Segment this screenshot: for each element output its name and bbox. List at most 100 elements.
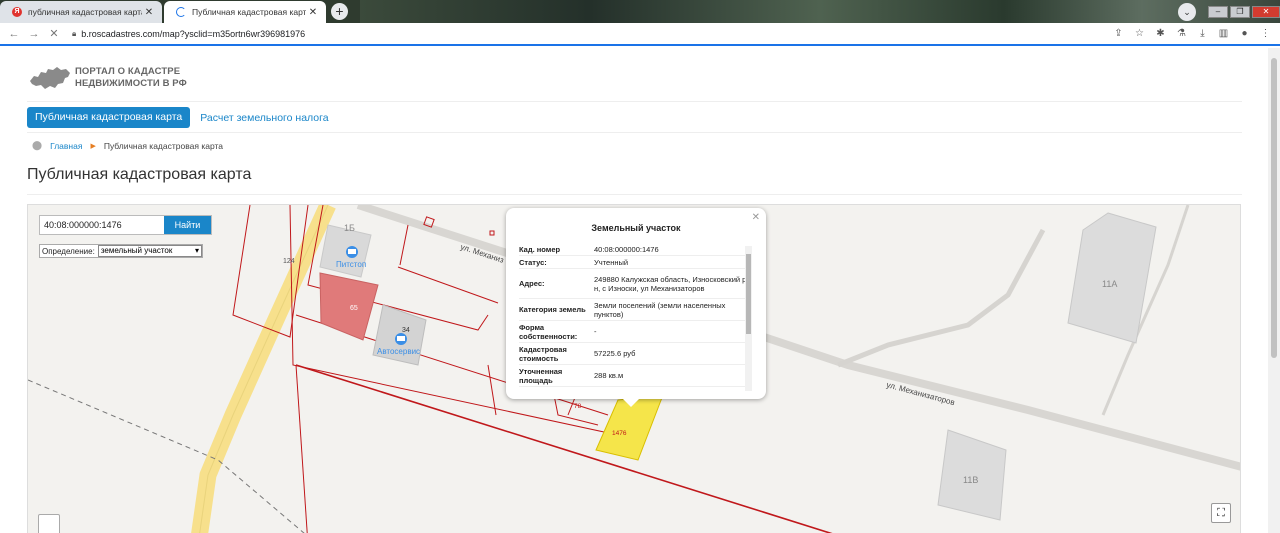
breadcrumb: ⬤ Главная ▶ Публичная кадастровая карта: [32, 140, 223, 151]
forward-icon[interactable]: →: [24, 28, 44, 40]
site-logo[interactable]: ПОРТАЛ О КАДАСТРЕ НЕДВИЖИМОСТИ В РФ: [28, 64, 187, 92]
extensions-icon[interactable]: ✱: [1152, 28, 1169, 39]
popup-row-category: Категория земель Земли поселений (земли н…: [519, 299, 752, 321]
popup-tip: [622, 398, 640, 407]
search-button[interactable]: Найти: [164, 216, 211, 234]
new-tab-button[interactable]: +: [331, 3, 348, 20]
row-key: Кадастровая стоимость: [519, 344, 567, 363]
tab-title: Публичная кадастровая карта: [192, 7, 306, 17]
boundary-line: [28, 379, 305, 533]
breadcrumb-separator-icon: ▶: [90, 142, 96, 150]
logo-line-2: НЕДВИЖИМОСТИ В РФ: [75, 78, 187, 89]
row-value: 57225.6 руб: [594, 349, 636, 358]
definition-label: Определение:: [42, 246, 95, 256]
tab-title: публичная кадастровая карта –: [28, 7, 142, 17]
tab-search-icon[interactable]: ⌄: [1178, 2, 1196, 21]
labs-flask-icon[interactable]: ⚗: [1173, 28, 1190, 39]
browser-tab-bar: Я публичная кадастровая карта – ✕ Публич…: [0, 0, 1280, 23]
row-key: Категория земель: [519, 305, 586, 314]
cadastral-number-input[interactable]: [40, 216, 164, 234]
row-key: Статус:: [519, 257, 547, 267]
browser-tab-2[interactable]: Публичная кадастровая карта ✕: [164, 1, 326, 23]
breadcrumb-home-link[interactable]: Главная: [50, 141, 82, 151]
breadcrumb-current: Публичная кадастровая карта: [103, 140, 224, 151]
close-tab-icon[interactable]: ✕: [142, 7, 156, 18]
page-scrollbar-thumb[interactable]: [1271, 58, 1277, 358]
chevron-down-icon: ▾: [194, 246, 199, 255]
parcel-info-popup: ✕ Земельный участок Кад. номер 40:08:0000…: [506, 208, 766, 407]
secondary-road: [837, 228, 1046, 368]
lock-icon[interactable]: 🔒︎: [72, 29, 76, 39]
main-menu: Публичная кадастровая карта Расчет земел…: [27, 107, 329, 128]
divider: [27, 101, 1242, 102]
popup-scrollbar-thumb[interactable]: [746, 254, 751, 334]
browser-toolbar: ⇪ ☆ ✱ ⚗ ⤓ ▥ ● ⋮: [1110, 28, 1274, 39]
map-pin-icon: ⬤: [32, 140, 43, 150]
divider: [27, 194, 1242, 195]
close-window-icon[interactable]: ✕: [1252, 5, 1280, 18]
row-value: 40:08:000000:1476: [594, 244, 659, 254]
tabbar-background: [360, 0, 1280, 23]
url-input[interactable]: b.roscadastres.com/map?ysclid=m35ortn6wr…: [81, 29, 1110, 39]
cadastral-map[interactable]: 1Б 124 Питстоп 65 34 Автосервис 78 1476 …: [27, 204, 1241, 533]
page-title: Публичная кадастровая карта: [27, 166, 252, 183]
minimize-icon[interactable]: –: [1208, 5, 1228, 18]
share-icon[interactable]: ⇪: [1110, 28, 1127, 39]
label-78: 78: [574, 403, 582, 410]
label-34: 34: [402, 327, 410, 334]
zoom-control[interactable]: [38, 514, 60, 533]
autoservice-marker-icon: [395, 333, 407, 345]
definition-select-wrap: Определение: земельный участок ▾: [39, 244, 203, 258]
popup-row-cost: Кадастровая стоимость 57225.6 руб: [519, 343, 752, 365]
label-11a: 11А: [1102, 279, 1117, 289]
russia-map-icon: [30, 67, 70, 89]
row-value: Учтенный: [594, 257, 629, 267]
menu-public-cadastral-map[interactable]: Публичная кадастровая карта: [27, 107, 191, 128]
row-key: Адрес:: [519, 279, 545, 288]
page-content: ПОРТАЛ О КАДАСТРЕ НЕДВИЖИМОСТИ В РФ Публ…: [0, 48, 1268, 533]
row-key: Форма собственности:: [519, 322, 578, 341]
label-65: 65: [350, 305, 358, 312]
browser-tab-1[interactable]: Я публичная кадастровая карта – ✕: [0, 1, 162, 23]
close-icon[interactable]: ✕: [752, 212, 760, 223]
close-tab-icon[interactable]: ✕: [306, 7, 320, 18]
row-key: Уточненная площадь: [519, 366, 563, 385]
definition-value: земельный участок: [100, 246, 173, 255]
definition-select[interactable]: земельный участок ▾: [97, 245, 202, 257]
side-panel-icon[interactable]: ▥: [1215, 28, 1232, 39]
bookmark-star-icon[interactable]: ☆: [1131, 28, 1148, 39]
popup-row-area: Уточненная площадь 288 кв.м: [519, 365, 752, 387]
maximize-icon[interactable]: ❐: [1230, 5, 1250, 18]
logo-text: ПОРТАЛ О КАДАСТРЕ НЕДВИЖИМОСТИ В РФ: [75, 66, 187, 90]
label-124: 124: [283, 258, 295, 265]
popup-scrollbar[interactable]: [745, 246, 752, 391]
popup-row-ownership: Форма собственности: -: [519, 321, 752, 343]
pitstop-marker-icon: [346, 246, 358, 258]
address-bar: ← → ✕ 🔒︎ b.roscadastres.com/map?ysclid=m…: [0, 23, 1280, 46]
logo-line-1: ПОРТАЛ О КАДАСТРЕ: [75, 66, 181, 77]
row-value: 288 кв.м: [594, 371, 624, 380]
row-value: Земли поселений (земли населенных пункто…: [594, 300, 726, 319]
menu-land-tax-calc[interactable]: Расчет земельного налога: [200, 112, 328, 124]
back-icon[interactable]: ←: [4, 28, 24, 40]
yandex-favicon-icon: Я: [12, 7, 22, 17]
row-key: Кад. номер: [519, 244, 561, 254]
profile-icon[interactable]: ●: [1236, 28, 1253, 39]
row-value: 249880 Калужская область, Износковский р…: [594, 274, 749, 293]
popup-row-cadnum: Кад. номер 40:08:000000:1476: [519, 243, 752, 256]
label-11b: 11В: [963, 475, 978, 485]
stop-loading-icon[interactable]: ✕: [44, 27, 64, 40]
popup-rows: Кад. номер 40:08:000000:1476 Статус: Учтен…: [519, 243, 752, 389]
label-1b: 1Б: [344, 223, 355, 233]
fullscreen-icon[interactable]: ⛶: [1211, 503, 1231, 523]
label-pitstop: Питстоп: [336, 260, 366, 269]
more-menu-icon[interactable]: ⋮: [1257, 28, 1274, 39]
divider: [27, 132, 1242, 133]
building-65: [319, 272, 379, 341]
download-icon[interactable]: ⤓: [1194, 28, 1211, 39]
loading-spinner-icon: [176, 7, 186, 17]
page-scrollbar[interactable]: [1268, 48, 1280, 533]
label-autoservice: Автосервис: [377, 347, 420, 356]
popup-title: Земельный участок: [591, 223, 681, 233]
popup-row-status: Статус: Учтенный: [519, 256, 752, 269]
